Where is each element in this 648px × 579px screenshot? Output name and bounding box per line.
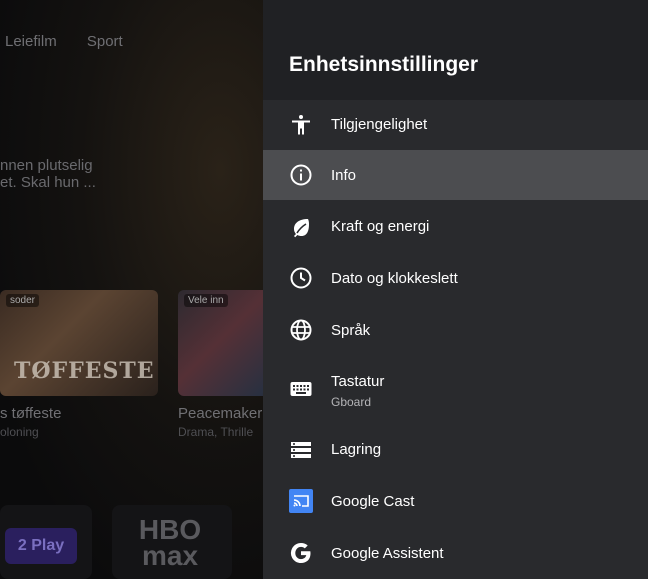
settings-item-language[interactable]: Språk [263, 304, 648, 356]
content-card: Vele inn [178, 290, 263, 396]
settings-item-label: Google Assistent [331, 544, 444, 562]
settings-item-accessibility[interactable]: Tilgjengelighet [263, 100, 648, 149]
settings-item-label: Språk [331, 321, 371, 339]
card-subtitle: oloning [0, 425, 39, 439]
card-subtitle: Drama, Thrille [178, 425, 254, 439]
app-2play-logo: 2 Play [5, 528, 77, 564]
settings-item-storage[interactable]: Lagring [263, 424, 648, 475]
globe-icon [289, 318, 313, 342]
clock-icon [289, 266, 313, 290]
settings-item-label: Info [331, 166, 357, 184]
settings-item-label: Google Cast [331, 492, 415, 510]
settings-item-label: Kraft og energi [331, 218, 430, 235]
settings-item-label: Tilgjengelighet [331, 116, 428, 133]
card-title: Peacemaker [178, 405, 263, 422]
info-icon [289, 163, 313, 187]
settings-item-keyboard[interactable]: Tastatur Gboard [263, 356, 648, 423]
accessibility-icon [289, 113, 313, 137]
settings-item-sublabel: Gboard [331, 395, 372, 409]
keyboard-icon [289, 377, 313, 401]
settings-item-google-assistant[interactable]: Google Assistent [263, 527, 648, 579]
nav-sport: Sport [86, 33, 123, 50]
settings-item-label: Lagring [331, 441, 382, 458]
settings-item-google-cast[interactable]: Google Cast [263, 475, 648, 527]
leaf-icon [289, 215, 313, 239]
nav-leiefilm: Leiefilm [5, 33, 57, 50]
settings-item-power[interactable]: Kraft og energi [263, 201, 648, 252]
settings-item-label: Tastatur [331, 373, 385, 390]
google-icon [289, 541, 313, 565]
app-hbomax-logo: HBO max [138, 514, 202, 571]
settings-item-info[interactable]: Info [263, 150, 648, 200]
panel-title: Enhetsinnstillinger [289, 53, 479, 76]
background-description: nnen plutselig et. Skal hun ... [0, 157, 96, 191]
cast-icon [289, 489, 313, 513]
device-settings-panel: Enhetsinnstillinger Tilgjengelighet Info… [263, 0, 648, 579]
storage-icon [289, 438, 313, 462]
background-nav: Leiefilm Sport [5, 33, 149, 50]
background-home-screen: Leiefilm Sport nnen plutselig et. Skal h… [0, 0, 263, 579]
settings-item-date-time[interactable]: Dato og klokkeslett [263, 252, 648, 304]
card-title: s tøffeste [0, 405, 62, 422]
settings-item-label: Dato og klokkeslett [331, 269, 458, 287]
content-card: soder TØFFESTE [0, 290, 158, 396]
panel-header: Enhetsinnstillinger [263, 0, 648, 100]
